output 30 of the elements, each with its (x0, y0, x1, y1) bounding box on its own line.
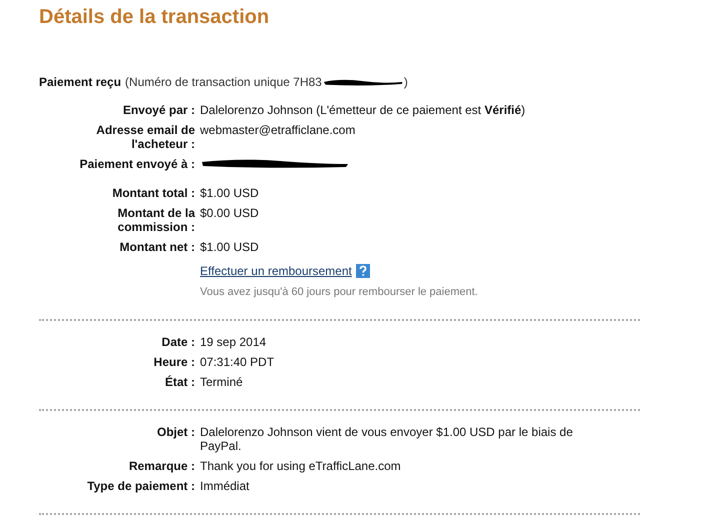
help-icon[interactable] (356, 264, 370, 278)
closing-paren: ) (404, 75, 408, 89)
refund-link[interactable]: Effectuer un remboursement (200, 264, 352, 278)
page-title: Détails de la transaction (39, 6, 270, 29)
field-value: Immédiat (200, 479, 250, 493)
field-value: Dalelorenzo Johnson vient de vous envoyer $1.00 USD par le biais de PayPal. (200, 425, 573, 453)
refund-note: Vous avez jusqu'à 60 jours pour rembourser le paiement. (200, 286, 478, 298)
field-value: $1.00 USD (200, 240, 259, 254)
field-value: $1.00 USD (200, 186, 259, 200)
field-label: Paiement envoyé à : (80, 157, 195, 171)
payment-status: Paiement reçu (39, 75, 122, 89)
field-value: Terminé (200, 375, 243, 389)
field-value: Thank you for using eTrafficLane.com (200, 459, 401, 473)
field-value: 07:31:40 PDT (200, 355, 274, 369)
field-label: Objet : (157, 425, 195, 439)
transaction-number: (Numéro de transaction unique 7H83 (125, 75, 322, 89)
field-value: Dalelorenzo Johnson (L'émetteur de ce paiement est Vérifié) (200, 103, 526, 117)
field-label: Montant de la commission : (118, 206, 195, 234)
field-label: Montant total : (112, 186, 195, 200)
field-value: webmaster@etrafficlane.com (200, 123, 356, 137)
field-label: Date : (162, 335, 195, 349)
field-label: Heure : (154, 355, 195, 369)
field-value: $0.00 USD (200, 206, 259, 220)
field-value: 19 sep 2014 (200, 335, 266, 349)
field-label: Adresse email de l'acheteur : (96, 123, 195, 151)
field-label: Remarque : (128, 459, 195, 473)
field-label: Montant net : (120, 240, 195, 254)
field-label: Type de paiement : (87, 479, 195, 493)
field-label: État : (165, 375, 195, 389)
field-label: Envoyé par : (122, 103, 195, 117)
